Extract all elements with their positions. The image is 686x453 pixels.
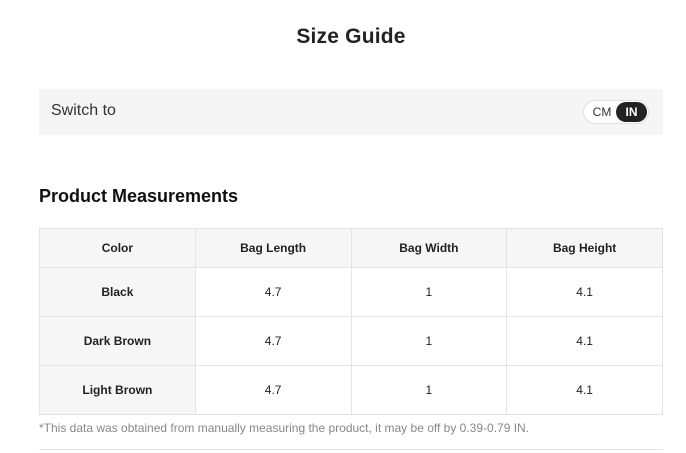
bag-height-cell: 4.1 [506, 316, 663, 366]
column-header-bag-length: Bag Length [194, 228, 352, 268]
divider [39, 449, 663, 450]
unit-toggle[interactable]: CM IN [583, 100, 649, 124]
bag-length-cell: 4.7 [194, 267, 352, 317]
page-title: Size Guide [296, 25, 406, 48]
unit-switch-bar: Switch to CM IN [39, 89, 663, 135]
measurements-table: Color Bag Length Bag Width Bag Height Bl… [39, 228, 663, 415]
bag-width-cell: 1 [350, 267, 508, 317]
unit-option-cm[interactable]: CM [587, 102, 617, 122]
bag-length-cell: 4.7 [194, 365, 352, 415]
column-header-color: Color [39, 228, 196, 268]
section-title: Product Measurements [39, 186, 239, 206]
measurement-disclaimer: *This data was obtained from manually me… [39, 421, 530, 435]
bag-width-cell: 1 [350, 365, 508, 415]
table-row: Light Brown 4.7 1 4.1 [39, 365, 663, 415]
row-color-cell: Black [39, 267, 196, 317]
table-header-row: Color Bag Length Bag Width Bag Height [39, 228, 663, 268]
bag-width-cell: 1 [350, 316, 508, 366]
bag-length-cell: 4.7 [194, 316, 352, 366]
table-row: Dark Brown 4.7 1 4.1 [39, 316, 663, 366]
table-row: Black 4.7 1 4.1 [39, 267, 663, 317]
row-color-cell: Dark Brown [39, 316, 196, 366]
bag-height-cell: 4.1 [506, 365, 663, 415]
switch-label: Switch to [51, 102, 116, 119]
unit-option-in[interactable]: IN [616, 102, 647, 122]
column-header-bag-width: Bag Width [350, 228, 508, 268]
column-header-bag-height: Bag Height [506, 228, 663, 268]
row-color-cell: Light Brown [39, 365, 196, 415]
bag-height-cell: 4.1 [506, 267, 663, 317]
